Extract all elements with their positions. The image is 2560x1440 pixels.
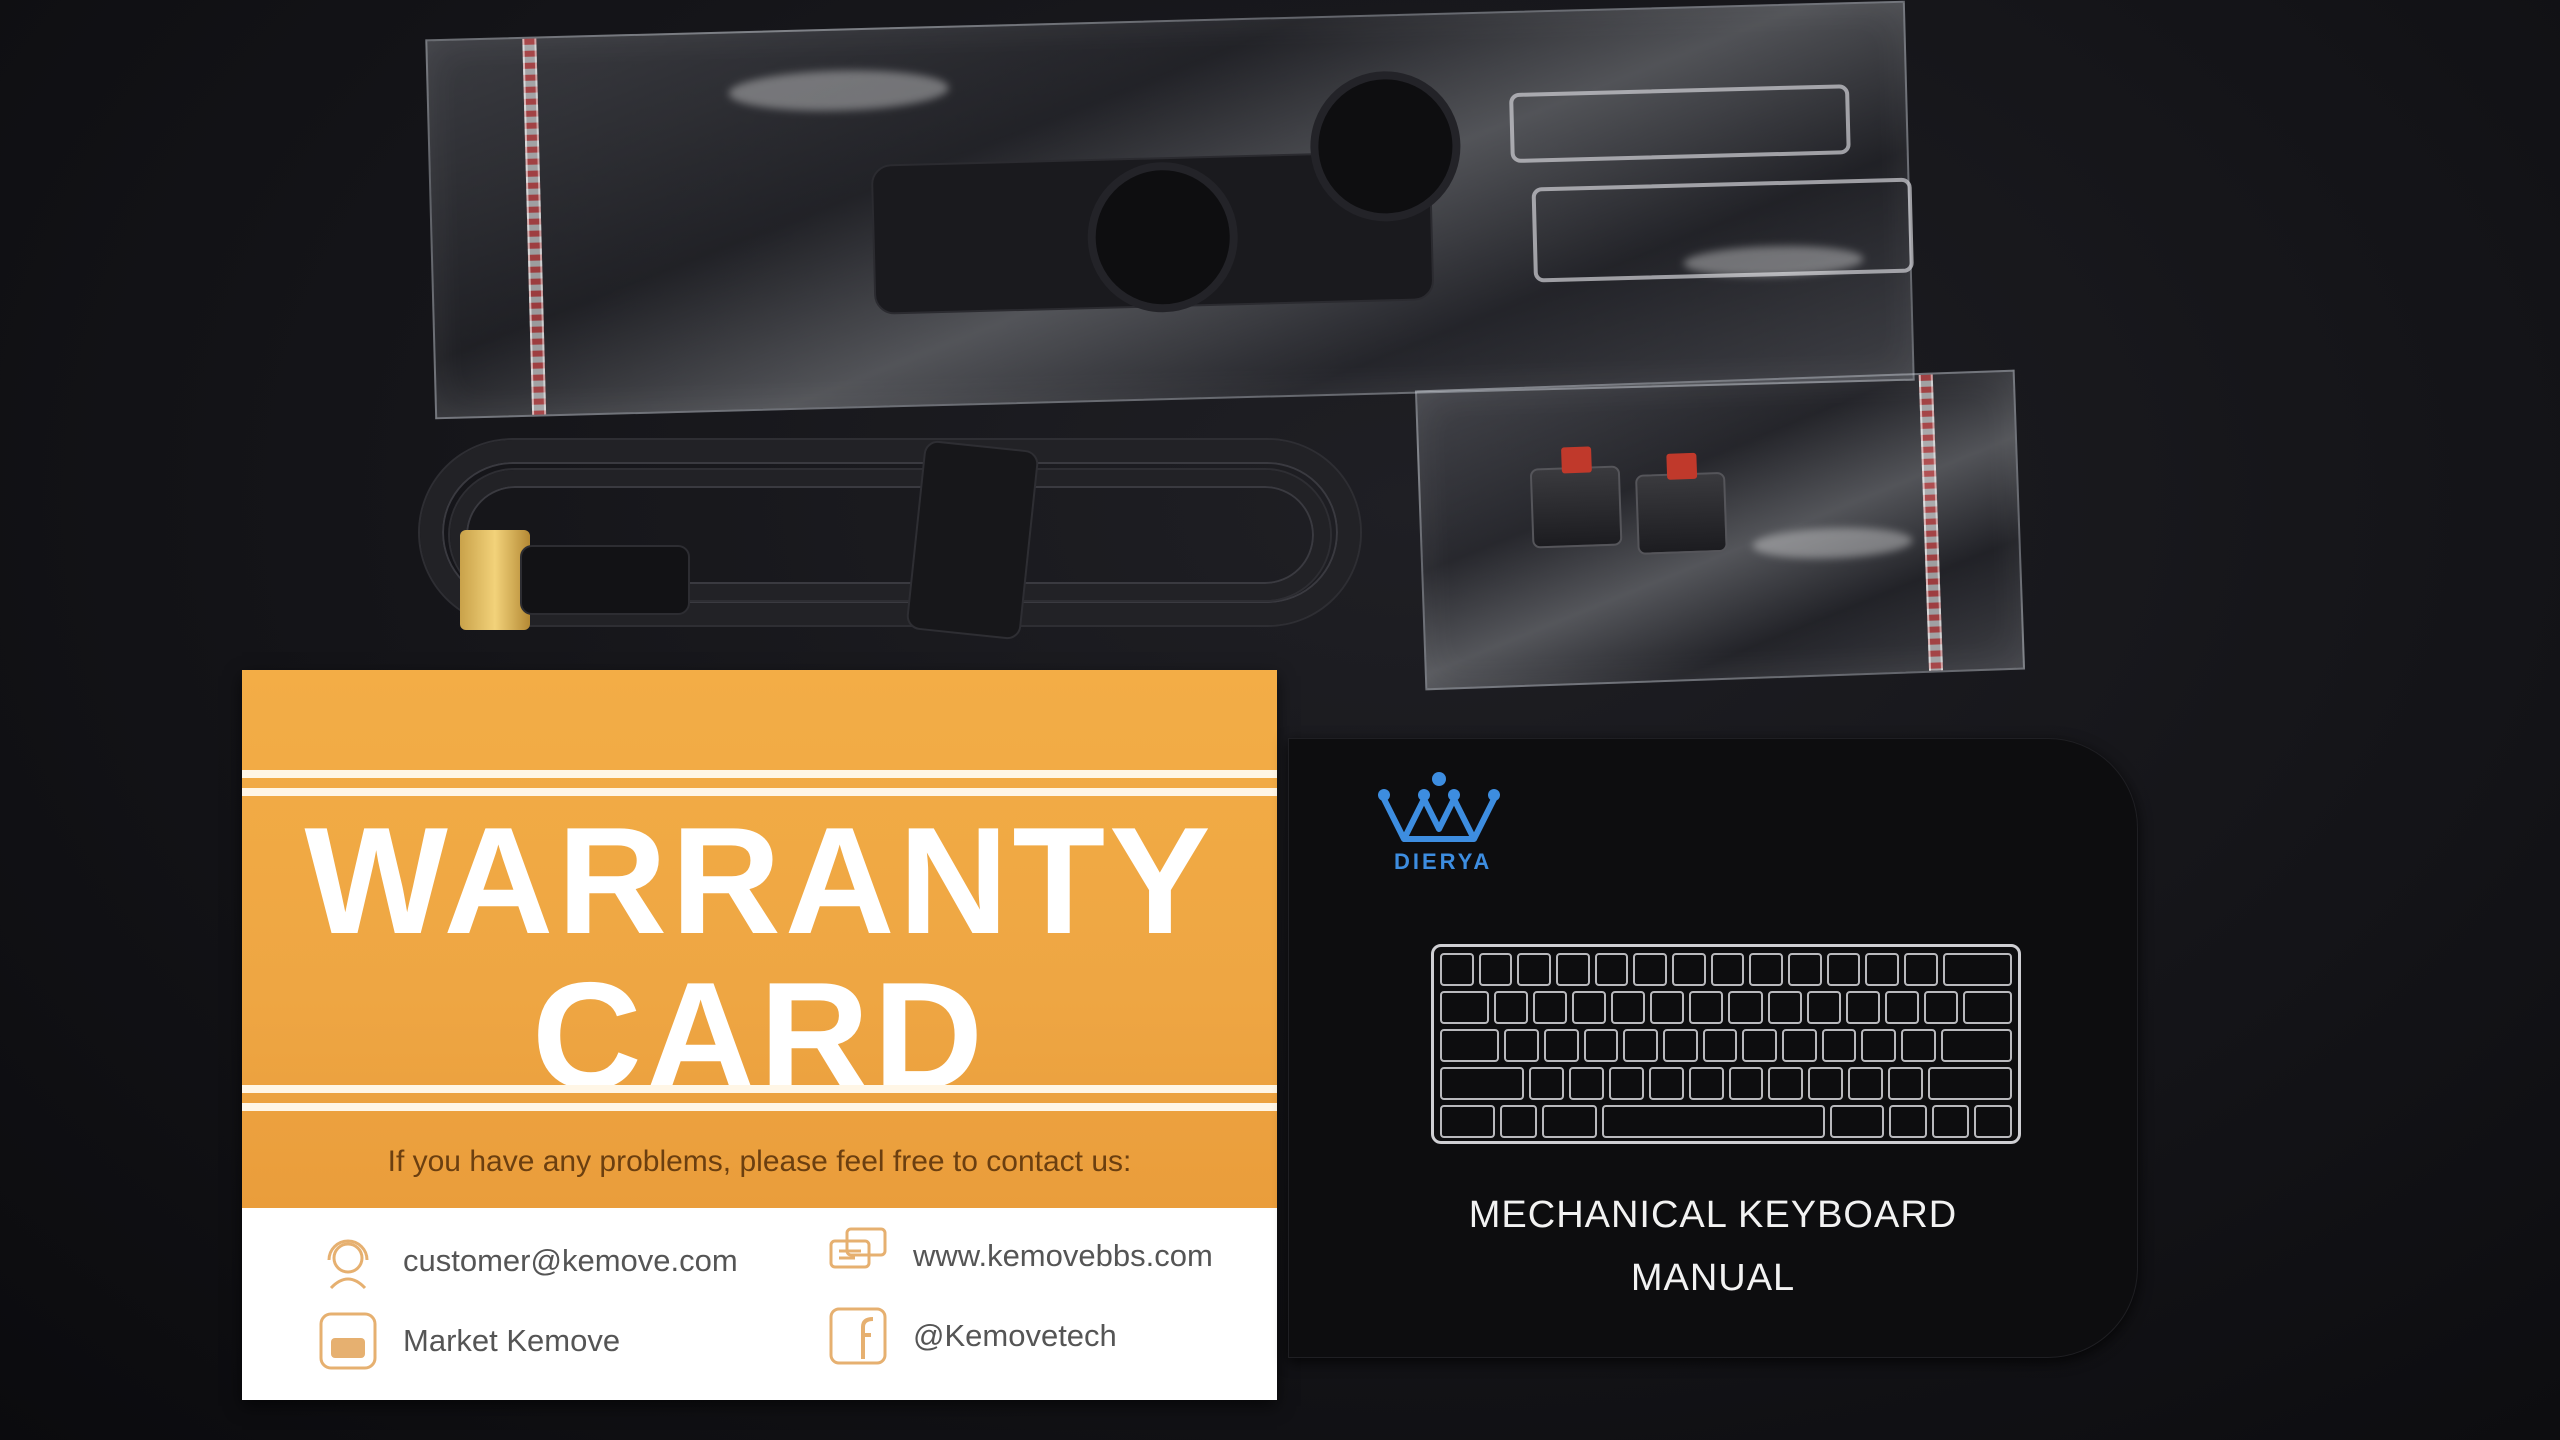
stripe — [242, 788, 1277, 796]
brand-logo-text: DIERYA — [1394, 849, 1493, 874]
switch — [1635, 452, 1728, 555]
stripe — [242, 1085, 1277, 1093]
zip-seal — [522, 38, 547, 415]
website-text: www.kemovebbs.com — [913, 1238, 1213, 1273]
switch — [1529, 446, 1623, 549]
warranty-title-line1: WARRANTY — [304, 796, 1215, 966]
youtube-row: Market Kemove — [317, 1310, 620, 1372]
wire-puller — [1509, 84, 1851, 164]
warranty-card: WARRANTY CARD If you have any problems, … — [242, 670, 1277, 1400]
glint — [1752, 525, 1913, 561]
stripe — [242, 770, 1277, 778]
spare-switches-bag — [1414, 369, 2026, 691]
stripe — [242, 1103, 1277, 1111]
usb-connector-housing — [520, 545, 690, 615]
email-row: customer@kemove.com — [317, 1230, 738, 1292]
email-text: customer@kemove.com — [403, 1243, 738, 1278]
headset-icon — [317, 1230, 379, 1292]
youtube-text: Market Kemove — [403, 1323, 621, 1358]
facebook-row: @Kemovetech — [827, 1305, 1117, 1367]
glint — [728, 67, 950, 114]
website-row: www.kemovebbs.com — [827, 1225, 1213, 1287]
keyboard-illustration — [1431, 944, 2021, 1144]
facebook-text: @Kemovetech — [913, 1318, 1117, 1353]
product-contents-photo: WARRANTY CARD If you have any problems, … — [0, 0, 2560, 1440]
manual-title-line2: MANUAL — [1630, 1257, 1796, 1299]
velcro-strap — [905, 439, 1040, 641]
keyboard-manual: DIERYA MECHANICAL KEYBOARD MANUAL — [1288, 738, 2138, 1358]
zip-seal — [1918, 374, 1944, 671]
contact-intro: If you have any problems, please feel fr… — [387, 1145, 1132, 1178]
chat-bubbles-icon — [827, 1225, 889, 1287]
warranty-card-header: WARRANTY CARD If you have any problems, … — [242, 670, 1277, 1208]
manual-title-line1: MECHANICAL KEYBOARD — [1468, 1194, 1958, 1236]
keycap-puller-bag — [425, 0, 1915, 420]
facebook-icon — [827, 1305, 889, 1367]
youtube-icon — [317, 1310, 379, 1372]
